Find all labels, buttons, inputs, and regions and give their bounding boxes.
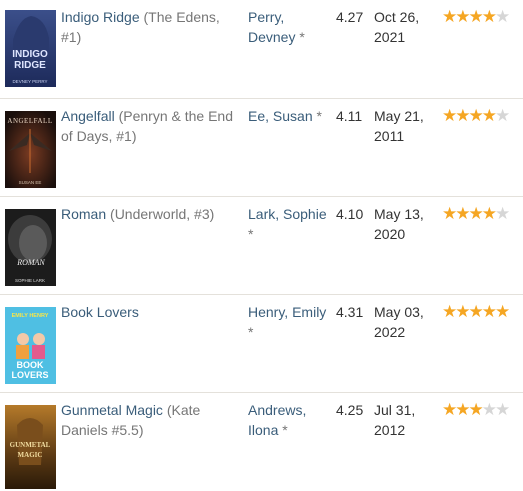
list-item: ANGELFALL SUSAN EE Angelfall (Penryn & t… (0, 99, 523, 197)
svg-text:RIDGE: RIDGE (14, 60, 46, 71)
star-empty-icon[interactable]: ★ (495, 8, 510, 26)
list-item: INDIGO RIDGE DEVNEY PERRY Indigo Ridge (… (0, 0, 523, 98)
star-empty-icon[interactable]: ★ (495, 107, 510, 125)
author-mark: * (248, 324, 254, 340)
book-title-link[interactable]: Book Lovers (61, 304, 139, 320)
list-item: ROMAN SOPHIE LARK Roman (Underworld, #3)… (0, 197, 523, 295)
svg-text:INDIGO: INDIGO (12, 49, 48, 60)
star-empty-icon[interactable]: ★ (495, 205, 510, 223)
author-mark: * (316, 108, 322, 124)
series-label: (Underworld, #3) (110, 206, 215, 222)
svg-text:DEVNEY PERRY: DEVNEY PERRY (12, 79, 47, 84)
star-empty-icon[interactable]: ★ (495, 401, 510, 419)
svg-text:SUSAN EE: SUSAN EE (19, 180, 42, 185)
book-cover[interactable]: INDIGO RIDGE DEVNEY PERRY (5, 10, 56, 87)
svg-text:ROMAN: ROMAN (16, 258, 45, 267)
date-published: May 21, 2011 (374, 108, 424, 144)
list-item: EMILY HENRY BOOK LOVERS Book Lovers Henr… (0, 295, 523, 393)
star-rating[interactable]: ★★★★★ (442, 303, 510, 321)
book-title-link[interactable]: Roman (61, 206, 106, 222)
average-rating: 4.31 (336, 304, 364, 320)
author-mark: * (299, 29, 305, 45)
average-rating: 4.25 (336, 402, 364, 418)
svg-text:ANGELFALL: ANGELFALL (7, 117, 52, 125)
star-rating[interactable]: ★★★★★ (442, 8, 510, 26)
svg-text:SOPHIE LARK: SOPHIE LARK (15, 278, 45, 283)
svg-text:LOVERS: LOVERS (11, 370, 48, 380)
date-published: Oct 26, 2021 (374, 9, 420, 45)
star-rating[interactable]: ★★★★★ (442, 205, 510, 223)
author-link[interactable]: Henry, Emily (248, 304, 326, 320)
book-cover[interactable]: GUNMETAL MAGIC (5, 405, 56, 489)
svg-text:BOOK: BOOK (17, 360, 45, 370)
book-cover[interactable]: EMILY HENRY BOOK LOVERS (5, 307, 56, 384)
author-mark: * (248, 226, 254, 242)
average-rating: 4.27 (336, 9, 364, 25)
date-published: May 03, 2022 (374, 304, 424, 340)
author-link[interactable]: Perry, Devney (248, 9, 295, 45)
average-rating: 4.11 (336, 108, 363, 124)
date-published: Jul 31, 2012 (374, 402, 416, 438)
average-rating: 4.10 (336, 206, 364, 222)
list-item: GUNMETAL MAGIC Gunmetal Magic (Kate Dani… (0, 393, 523, 491)
svg-text:MAGIC: MAGIC (18, 451, 43, 459)
author-link[interactable]: Andrews, Ilona (248, 402, 306, 438)
date-published: May 13, 2020 (374, 206, 424, 242)
author-link[interactable]: Ee, Susan (248, 108, 313, 124)
author-mark: * (282, 422, 288, 438)
book-cover[interactable]: ROMAN SOPHIE LARK (5, 209, 56, 286)
author-link[interactable]: Lark, Sophie (248, 206, 327, 222)
star-rating[interactable]: ★★★★★ (442, 107, 510, 125)
book-title-link[interactable]: Angelfall (61, 108, 115, 124)
book-title-link[interactable]: Gunmetal Magic (61, 402, 163, 418)
book-title-link[interactable]: Indigo Ridge (61, 9, 140, 25)
book-cover[interactable]: ANGELFALL SUSAN EE (5, 111, 56, 188)
star-filled-icon[interactable]: ★ (495, 303, 510, 321)
svg-text:GUNMETAL: GUNMETAL (10, 441, 51, 449)
star-rating[interactable]: ★★★★★ (442, 401, 510, 419)
svg-text:EMILY HENRY: EMILY HENRY (12, 313, 49, 319)
